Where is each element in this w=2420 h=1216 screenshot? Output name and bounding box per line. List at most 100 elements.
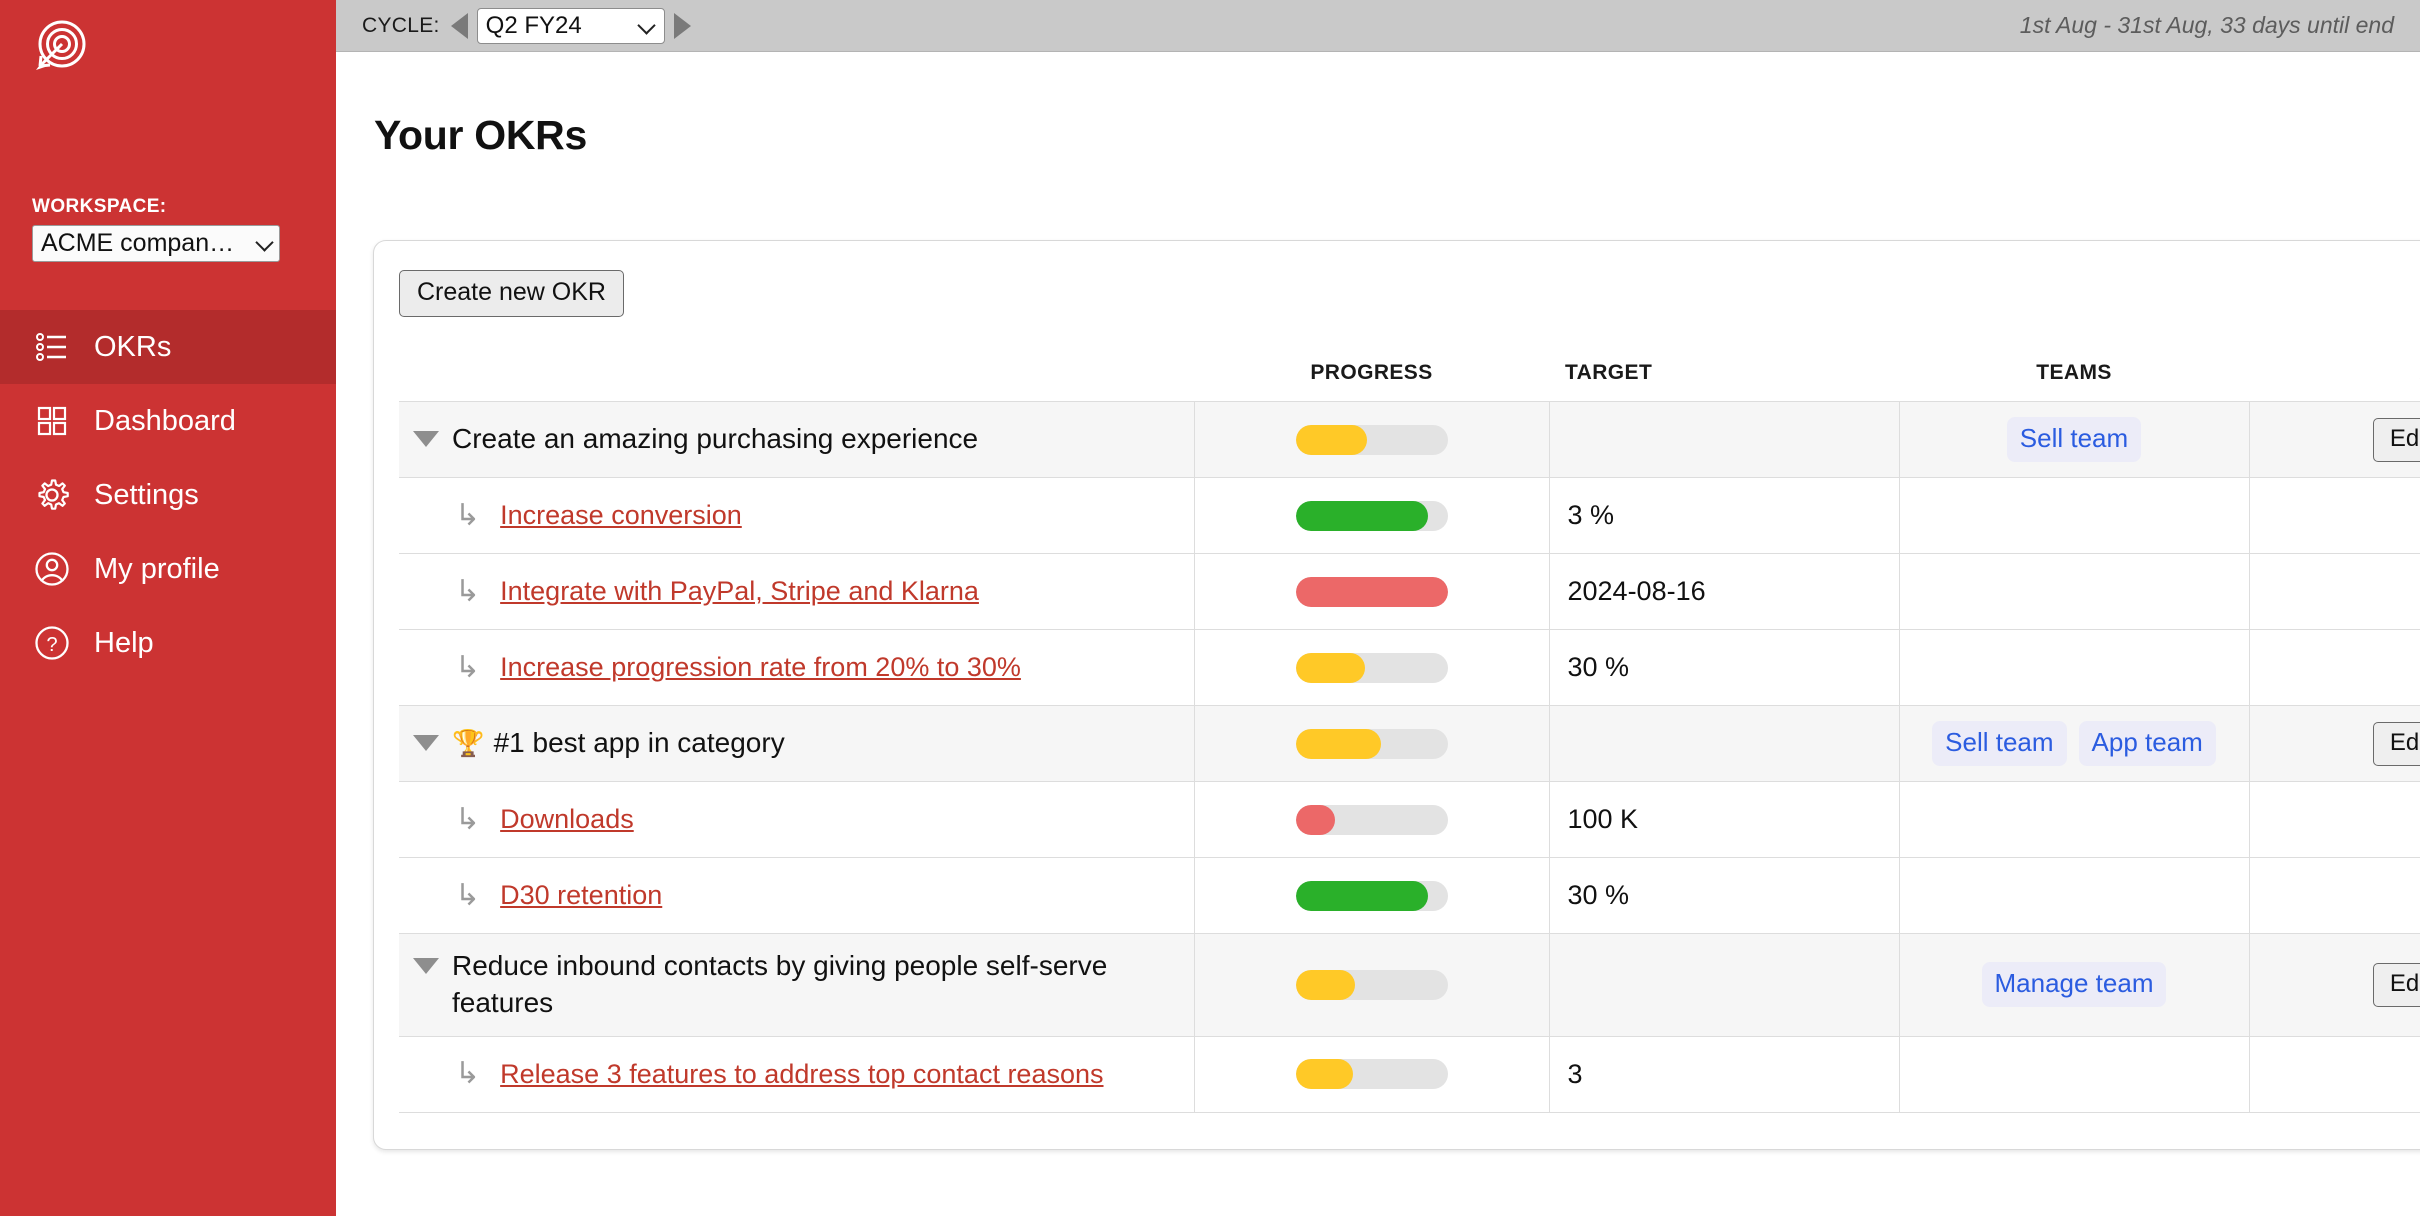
- progress-bar-fill: [1295, 424, 1367, 455]
- cycle-label: CYCLE:: [362, 13, 440, 37]
- key-result-link[interactable]: D30 retention: [500, 880, 662, 911]
- app-logo[interactable]: [0, 0, 336, 80]
- column-header-teams: TEAMS: [2036, 361, 2112, 384]
- cell-name: ↳ Increase progression rate from 20% to 3…: [399, 629, 1195, 706]
- top-bar: CYCLE: Q2 FY24 1st Aug - 31st Aug, 33 da…: [336, 0, 2420, 52]
- key-result-link[interactable]: Downloads: [500, 804, 634, 835]
- key-result-row: ↳ Release 3 features to address top conta…: [399, 1035, 2420, 1113]
- cell-target: [1549, 401, 1900, 478]
- objective-title: Create an amazing purchasing experience: [452, 423, 979, 455]
- key-result-link[interactable]: Increase conversion: [500, 500, 742, 531]
- cell-actions: [2249, 1035, 2420, 1113]
- cell-progress: [1194, 781, 1550, 858]
- cell-name: Reduce inbound contacts by giving people…: [399, 933, 1195, 1037]
- cell-teams: [1899, 1035, 2250, 1113]
- key-result-link[interactable]: Release 3 features to address top contac…: [500, 1059, 1103, 1090]
- cell-teams: [1899, 553, 2250, 630]
- trophy-icon: 🏆: [452, 728, 492, 759]
- sidebar-item-label: Help: [94, 626, 154, 659]
- cell-progress: [1194, 401, 1550, 478]
- cell-progress: [1194, 1035, 1550, 1113]
- grid-squares-icon: [32, 401, 72, 441]
- cell-target: [1549, 933, 1900, 1037]
- triangle-right-icon[interactable]: [673, 12, 691, 39]
- progress-bar-fill: [1295, 500, 1428, 531]
- team-badge[interactable]: Sell team: [1932, 721, 2067, 766]
- arrow-branch-icon: ↳: [455, 878, 481, 912]
- progress-bar: [1295, 880, 1448, 911]
- workspace-label: WORKSPACE:: [32, 196, 167, 217]
- triangle-left-icon[interactable]: [450, 12, 468, 39]
- column-header-progress: PROGRESS: [1310, 361, 1433, 384]
- workspace-switcher: WORKSPACE: ACME compan…: [32, 196, 302, 262]
- sidebar-item-settings[interactable]: Settings: [0, 458, 336, 532]
- progress-bar-fill: [1295, 1059, 1354, 1090]
- target-value: 30 %: [1567, 652, 1630, 682]
- cell-teams: [1899, 781, 2250, 858]
- caret-down-icon[interactable]: [413, 431, 439, 448]
- objective-row: Create an amazing purchasing experience S…: [399, 401, 2420, 478]
- key-result-row: ↳ Increase conversion 3 %: [399, 477, 2420, 554]
- cell-name: Create an amazing purchasing experience: [399, 401, 1195, 478]
- cell-teams: Sell team App team: [1899, 705, 2250, 782]
- cell-target: 2024-08-16: [1549, 553, 1900, 630]
- key-result-row: ↳ Downloads 100 K: [399, 781, 2420, 858]
- progress-bar: [1295, 652, 1448, 683]
- cell-progress: [1194, 933, 1550, 1037]
- progress-bar-fill: [1295, 804, 1336, 835]
- cell-progress: [1194, 705, 1550, 782]
- cell-teams: [1899, 477, 2250, 554]
- cell-actions: EditDelete: [2249, 705, 2420, 782]
- list-bullets-icon: [32, 327, 72, 367]
- sidebar-item-label: Dashboard: [94, 404, 236, 437]
- cycle-select[interactable]: Q2 FY24: [476, 7, 665, 44]
- okr-card: Create new OKR PROGRESS TARGET TEAMS ACT…: [373, 240, 2420, 1150]
- column-header-actions: ACTIONS: [2249, 361, 2420, 402]
- progress-bar-fill: [1295, 969, 1355, 1000]
- objective-title: 🏆 #1 best app in category: [452, 727, 785, 759]
- cell-name: 🏆 #1 best app in category: [399, 705, 1195, 782]
- edit-button[interactable]: Edit: [2372, 962, 2420, 1007]
- progress-bar: [1295, 424, 1448, 455]
- key-result-row: ↳ Increase progression rate from 20% to 3…: [399, 629, 2420, 706]
- cell-teams: [1899, 629, 2250, 706]
- sidebar-item-help[interactable]: ? Help: [0, 606, 336, 680]
- progress-bar: [1295, 728, 1448, 759]
- sidebar-nav: OKRs Dashboard Settings My profile ? Hel…: [0, 310, 336, 680]
- progress-bar-fill: [1295, 728, 1381, 759]
- create-new-okr-button[interactable]: Create new OKR: [399, 270, 624, 317]
- target-value: 2024-08-16: [1567, 576, 1706, 606]
- workspace-select[interactable]: ACME compan…: [32, 225, 280, 262]
- okr-table: PROGRESS TARGET TEAMS ACTIONS Create an …: [399, 361, 2420, 1113]
- edit-button[interactable]: Edit: [2372, 417, 2420, 462]
- column-header-target: TARGET: [1565, 361, 1653, 384]
- sidebar-item-dashboard[interactable]: Dashboard: [0, 384, 336, 458]
- gear-icon: [32, 475, 72, 515]
- target-value: 100 K: [1567, 804, 1639, 834]
- target-value: 3 %: [1567, 500, 1615, 530]
- main-content: CYCLE: Q2 FY24 1st Aug - 31st Aug, 33 da…: [336, 0, 2420, 1216]
- cell-progress: [1194, 477, 1550, 554]
- cell-name: ↳ Increase conversion: [399, 477, 1195, 554]
- caret-down-icon[interactable]: [413, 735, 439, 752]
- cell-target: 100 K: [1549, 781, 1900, 858]
- team-badge[interactable]: Manage team: [1981, 962, 2167, 1008]
- sidebar-item-okrs[interactable]: OKRs: [0, 310, 336, 384]
- arrow-branch-icon: ↳: [455, 498, 481, 532]
- cell-actions: [2249, 477, 2420, 554]
- cell-actions: [2249, 553, 2420, 630]
- team-badge[interactable]: App team: [2078, 721, 2216, 766]
- edit-button[interactable]: Edit: [2372, 721, 2420, 766]
- caret-down-icon[interactable]: [413, 958, 439, 974]
- arrow-branch-icon: ↳: [455, 802, 481, 836]
- team-badge[interactable]: Sell team: [2006, 417, 2142, 462]
- cell-target: 30 %: [1549, 629, 1900, 706]
- key-result-row: ↳ Integrate with PayPal, Stripe and Klarn…: [399, 553, 2420, 630]
- key-result-link[interactable]: Integrate with PayPal, Stripe and Klarna: [500, 576, 979, 607]
- cell-progress: [1194, 553, 1550, 630]
- cell-actions: EditDelete: [2249, 933, 2420, 1037]
- sidebar-item-label: OKRs: [94, 330, 172, 363]
- sidebar-item-my-profile[interactable]: My profile: [0, 532, 336, 606]
- arrow-branch-icon: ↳: [455, 650, 481, 684]
- key-result-link[interactable]: Increase progression rate from 20% to 30…: [500, 652, 1021, 683]
